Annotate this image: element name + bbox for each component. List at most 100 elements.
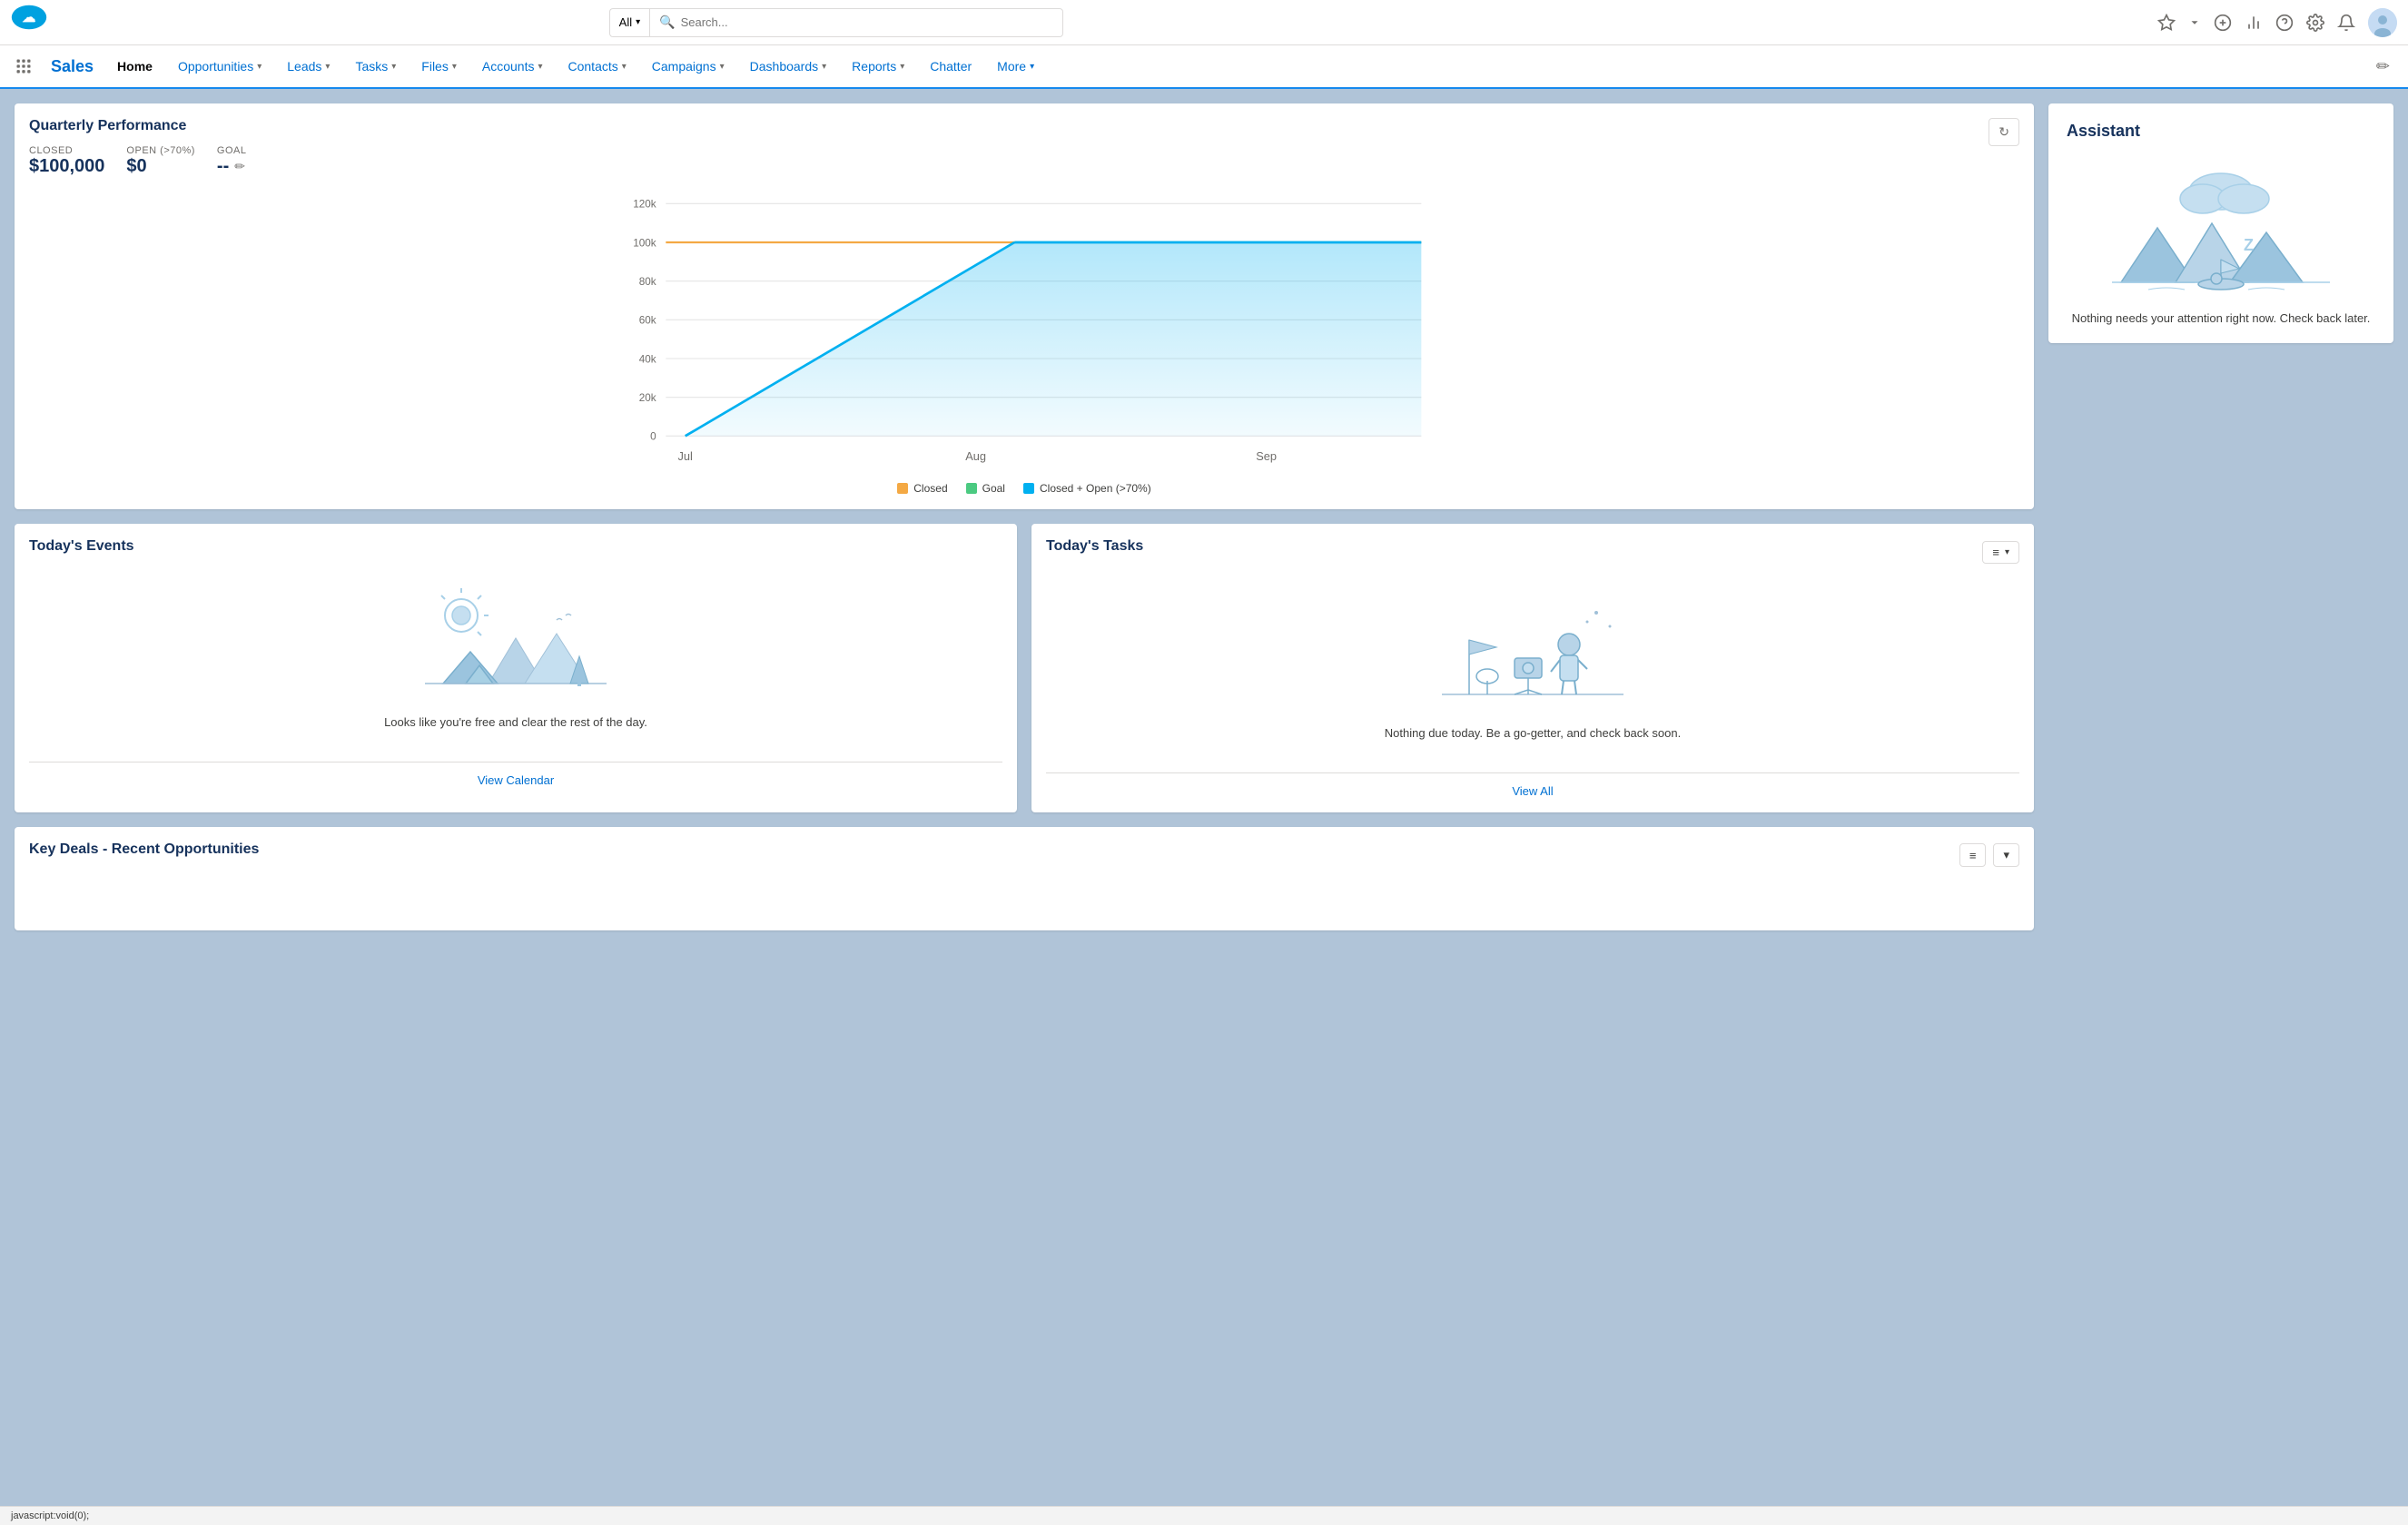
accounts-chevron-icon: ▾ bbox=[538, 62, 542, 72]
qp-chart-legend: Closed Goal Closed + Open (>70%) bbox=[29, 482, 2019, 495]
qp-chart: 120k 100k 80k 60k 40k 20k 0 bbox=[29, 184, 2019, 475]
svg-text:40k: 40k bbox=[639, 353, 656, 365]
goal-edit-icon[interactable]: ✏ bbox=[234, 159, 245, 174]
legend-goal-label: Goal bbox=[982, 482, 1005, 495]
nav-item-dashboards[interactable]: Dashboards ▾ bbox=[737, 45, 840, 89]
nav-item-tasks[interactable]: Tasks ▾ bbox=[342, 45, 409, 89]
todays-events-illustration bbox=[416, 584, 616, 704]
search-container: All ▾ 🔍 bbox=[609, 8, 1063, 37]
svg-text:60k: 60k bbox=[639, 315, 656, 327]
todays-tasks-header: Today's Tasks ≡ ▾ bbox=[1046, 538, 2019, 566]
qp-open-value: $0 bbox=[126, 156, 195, 177]
qp-closed-label: CLOSED bbox=[29, 145, 104, 156]
todays-tasks-empty-text: Nothing due today. Be a go-getter, and c… bbox=[1385, 726, 1681, 740]
nav-items: Home Opportunities ▾ Leads ▾ Tasks ▾ Fil… bbox=[104, 45, 984, 87]
user-avatar[interactable] bbox=[2368, 8, 2397, 37]
nav-item-contacts[interactable]: Contacts ▾ bbox=[556, 45, 639, 89]
new-record-button[interactable] bbox=[2214, 14, 2232, 32]
app-launcher-button[interactable] bbox=[7, 45, 40, 87]
search-icon: 🔍 bbox=[659, 15, 675, 30]
legend-closed-open-label: Closed + Open (>70%) bbox=[1040, 482, 1151, 495]
dashboards-chevron-icon: ▾ bbox=[822, 62, 826, 72]
nav-item-leads[interactable]: Leads ▾ bbox=[274, 45, 342, 89]
view-calendar-link[interactable]: View Calendar bbox=[29, 762, 1002, 787]
filter-chevron-icon: ▾ bbox=[2005, 547, 2009, 557]
assistant-title: Assistant bbox=[2067, 122, 2375, 141]
notifications-button[interactable] bbox=[2337, 14, 2355, 32]
contacts-chevron-icon: ▾ bbox=[622, 62, 627, 72]
setup-button[interactable] bbox=[2306, 14, 2324, 32]
svg-text:120k: 120k bbox=[633, 199, 656, 211]
search-scope-selector[interactable]: All ▾ bbox=[609, 8, 649, 37]
svg-text:☁: ☁ bbox=[22, 9, 35, 25]
favorites-dropdown[interactable] bbox=[2188, 16, 2201, 29]
qp-open-label: OPEN (>70%) bbox=[126, 145, 195, 156]
status-bar: javascript:void(0); bbox=[0, 1506, 2408, 1525]
global-actions-button[interactable] bbox=[2245, 14, 2263, 32]
tasks-chevron-icon: ▾ bbox=[391, 62, 396, 72]
qp-title: Quarterly Performance bbox=[29, 118, 247, 134]
qp-open-metric: OPEN (>70%) $0 bbox=[126, 145, 195, 177]
qp-goal-value: -- bbox=[217, 156, 229, 177]
quarterly-performance-card: Quarterly Performance CLOSED $100,000 OP… bbox=[15, 103, 2034, 509]
nav-item-dashboards-label: Dashboards bbox=[750, 59, 819, 74]
svg-text:100k: 100k bbox=[633, 237, 656, 249]
search-input[interactable] bbox=[681, 15, 1053, 29]
more-chevron-icon: ▾ bbox=[1030, 62, 1034, 72]
pencil-icon: ✏ bbox=[2376, 57, 2390, 76]
nav-item-chatter[interactable]: Chatter bbox=[917, 45, 984, 89]
todays-tasks-empty: Nothing due today. Be a go-getter, and c… bbox=[1046, 576, 2019, 769]
search-scope-label: All bbox=[619, 15, 632, 29]
right-column: Assistant bbox=[2048, 103, 2393, 930]
refresh-icon: ↻ bbox=[1998, 124, 2009, 139]
key-deals-filter-button[interactable]: ≡ bbox=[1959, 843, 1987, 867]
nav-item-accounts-label: Accounts bbox=[482, 59, 535, 74]
svg-text:80k: 80k bbox=[639, 276, 656, 288]
nav-item-home[interactable]: Home bbox=[104, 45, 165, 89]
app-name[interactable]: Sales bbox=[40, 45, 104, 87]
todays-events-card: Today's Events bbox=[15, 524, 1017, 812]
todays-tasks-illustration bbox=[1433, 595, 1633, 715]
svg-text:Sep: Sep bbox=[1256, 449, 1277, 463]
reports-chevron-icon: ▾ bbox=[900, 62, 904, 72]
top-bar-actions bbox=[2157, 8, 2397, 37]
nav-item-files[interactable]: Files ▾ bbox=[409, 45, 469, 89]
nav-item-opportunities[interactable]: Opportunities ▾ bbox=[165, 45, 274, 89]
qp-refresh-button[interactable]: ↻ bbox=[1989, 118, 2019, 146]
qp-closed-metric: CLOSED $100,000 bbox=[29, 145, 104, 177]
nav-more-button[interactable]: More ▾ bbox=[984, 45, 1047, 87]
search-box[interactable]: 🔍 bbox=[649, 8, 1063, 37]
qp-goal-label: GOAL bbox=[217, 145, 247, 156]
help-button[interactable] bbox=[2275, 14, 2294, 32]
nav-item-accounts[interactable]: Accounts ▾ bbox=[469, 45, 556, 89]
filter-icon: ≡ bbox=[1992, 546, 1999, 559]
status-bar-text: javascript:void(0); bbox=[11, 1510, 89, 1521]
campaigns-chevron-icon: ▾ bbox=[720, 62, 725, 72]
nav-item-reports[interactable]: Reports ▾ bbox=[839, 45, 917, 89]
salesforce-logo[interactable]: ☁ bbox=[11, 5, 47, 41]
key-deals-more-button[interactable]: ▾ bbox=[1993, 843, 2019, 867]
view-all-tasks-link[interactable]: View All bbox=[1046, 772, 2019, 798]
assistant-card: Assistant bbox=[2048, 103, 2393, 343]
key-deals-header: Key Deals - Recent Opportunities ≡ ▾ bbox=[29, 841, 2019, 869]
qp-chart-svg: 120k 100k 80k 60k 40k 20k 0 bbox=[29, 184, 2019, 475]
left-column: Quarterly Performance CLOSED $100,000 OP… bbox=[15, 103, 2034, 930]
tasks-filter-button[interactable]: ≡ ▾ bbox=[1982, 541, 2019, 564]
opportunities-chevron-icon: ▾ bbox=[257, 62, 262, 72]
assistant-illustration: Z bbox=[2103, 155, 2339, 300]
legend-closed-label: Closed bbox=[913, 482, 947, 495]
nav-edit-button[interactable]: ✏ bbox=[2365, 45, 2401, 87]
key-deals-actions: ≡ ▾ bbox=[1959, 843, 2019, 867]
nav-more-label: More bbox=[997, 59, 1026, 74]
nav-item-campaigns-label: Campaigns bbox=[652, 59, 716, 74]
legend-goal-dot bbox=[966, 483, 977, 494]
nav-item-campaigns[interactable]: Campaigns ▾ bbox=[639, 45, 737, 89]
favorites-button[interactable] bbox=[2157, 14, 2176, 32]
key-deals-title: Key Deals - Recent Opportunities bbox=[29, 841, 259, 858]
qp-header: Quarterly Performance CLOSED $100,000 OP… bbox=[29, 118, 2019, 177]
legend-closed-open: Closed + Open (>70%) bbox=[1023, 482, 1151, 495]
leads-chevron-icon: ▾ bbox=[325, 62, 330, 72]
svg-text:Jul: Jul bbox=[677, 449, 692, 463]
todays-events-empty-text: Looks like you're free and clear the res… bbox=[384, 715, 647, 729]
nav-item-contacts-label: Contacts bbox=[568, 59, 618, 74]
